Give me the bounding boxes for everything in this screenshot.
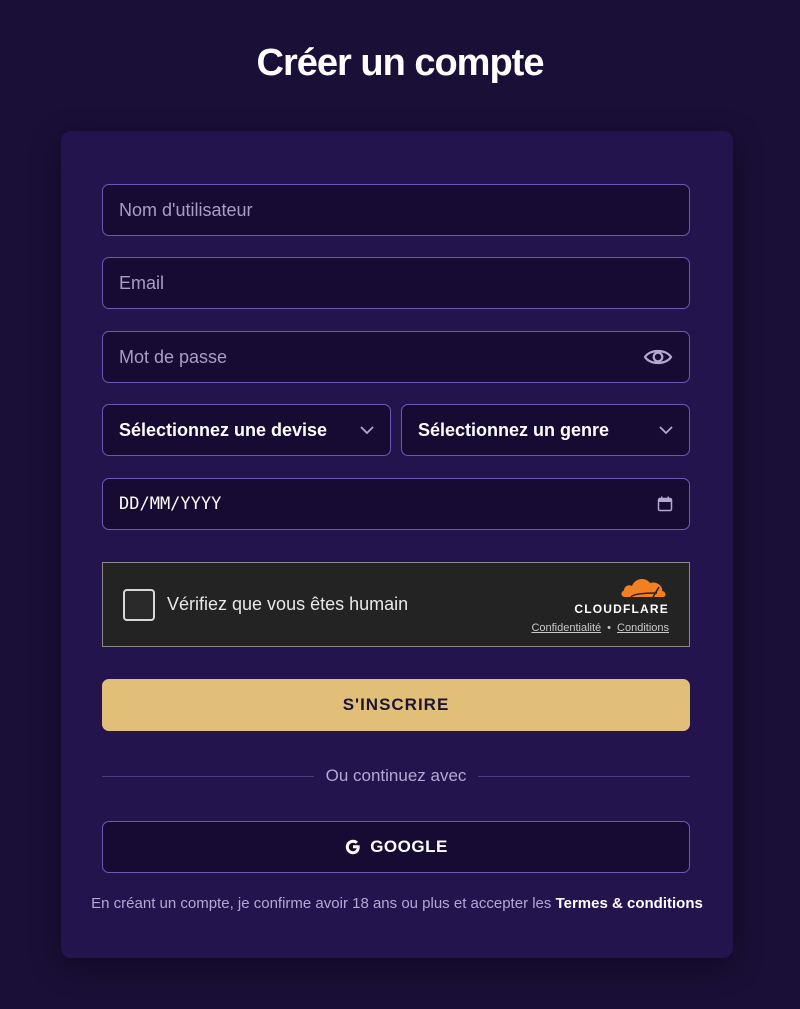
eye-icon[interactable] [643,347,673,367]
cloudflare-branding: CLOUDFLARE Confidentialité • Conditions [531,575,669,634]
captcha-link-separator: • [607,622,612,634]
currency-select[interactable]: Sélectionnez une devise [102,404,391,456]
divider-line-right [478,775,690,777]
password-field[interactable] [102,331,690,383]
username-input[interactable] [119,199,673,221]
captcha-label: Vérifiez que vous êtes humain [167,594,409,614]
password-input[interactable] [119,346,643,368]
cloudflare-cloud-icon [619,575,667,604]
google-button-label: GOOGLE [370,837,448,856]
gender-select[interactable]: Sélectionnez un genre [401,404,690,456]
signup-button[interactable]: S'INSCRIRE [102,679,690,731]
terms-link[interactable]: Termes & conditions [556,895,703,912]
cloudflare-captcha: Vérifiez que vous êtes humain CLOUDFLARE… [102,562,690,647]
captcha-privacy-link[interactable]: Confidentialité [531,622,601,634]
social-divider: Ou continuez avec [102,763,690,789]
divider-line-left [102,775,314,777]
signup-card: Sélectionnez une devise Sélectionnez un … [61,131,733,958]
cloudflare-wordmark: CLOUDFLARE [574,602,669,616]
currency-select-value: Sélectionnez une devise [119,419,328,440]
google-signin-button[interactable]: GOOGLE [102,821,690,873]
email-field[interactable] [102,257,690,309]
captcha-checkbox[interactable] [123,588,155,621]
email-input[interactable] [119,272,673,294]
captcha-links: Confidentialité • Conditions [531,622,669,634]
gender-select-value: Sélectionnez un genre [418,419,610,440]
captcha-terms-link[interactable]: Conditions [617,622,669,634]
birthdate-field[interactable]: DD/MM/YYYY [102,478,690,530]
google-g-icon [344,838,370,856]
calendar-icon[interactable] [657,496,673,512]
page-title: Créer un compte [256,42,545,84]
chevron-down-icon [360,425,374,435]
social-divider-text: Ou continuez avec [325,766,467,785]
username-field[interactable] [102,184,690,236]
chevron-down-icon [659,425,673,435]
terms-consent: En créant un compte, je confirme avoir 1… [61,895,733,912]
birthdate-value: DD/MM/YYYY [119,494,222,514]
terms-consent-text: En créant un compte, je confirme avoir 1… [91,895,556,912]
